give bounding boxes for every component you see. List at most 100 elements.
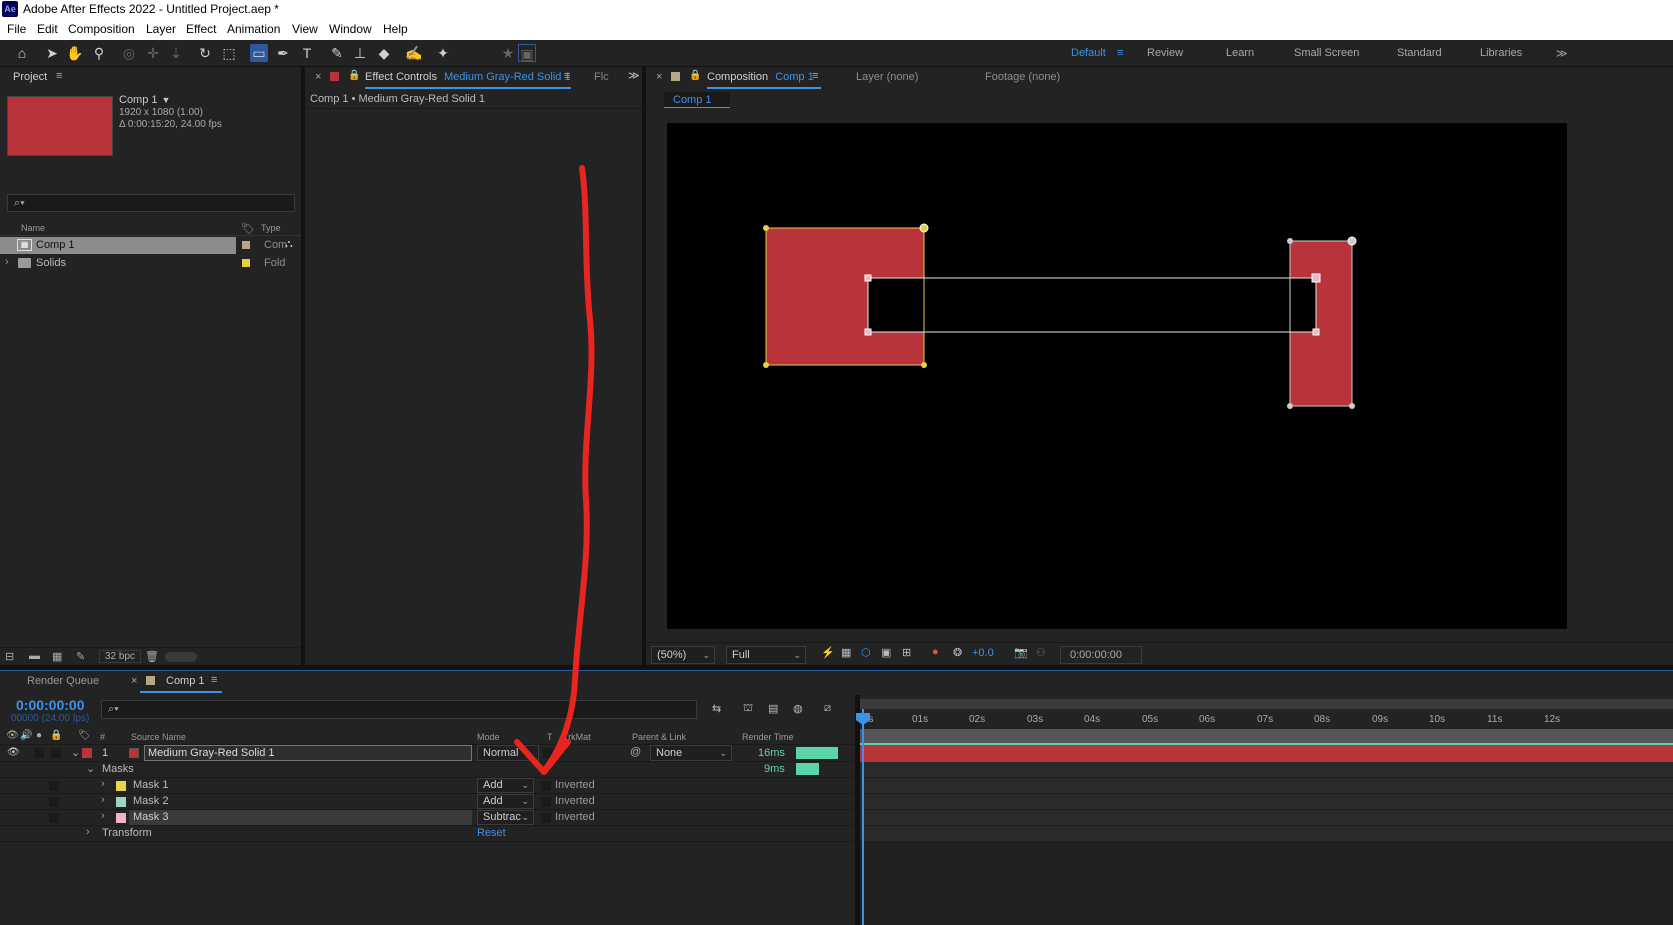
col-source-name[interactable]: Source Name <box>131 732 186 742</box>
close-icon[interactable]: × <box>656 71 662 83</box>
type-tool-icon[interactable]: T <box>298 44 316 62</box>
label-color-swatch[interactable] <box>242 259 250 267</box>
col-trkmat[interactable]: TrkMat <box>563 732 591 742</box>
menu-window[interactable]: Window <box>329 22 372 36</box>
panel-menu-icon[interactable]: ≡ <box>56 70 62 82</box>
inverted-checkbox[interactable] <box>541 797 551 807</box>
workspace-default[interactable]: Default <box>1071 47 1106 59</box>
transform-group-row[interactable]: › Transform Reset <box>0 826 858 842</box>
thumbnail-scroll-slider[interactable] <box>165 652 197 662</box>
close-icon[interactable]: × <box>315 71 321 83</box>
composition-tab[interactable]: Composition Comp 1 <box>707 71 814 83</box>
parent-dropdown[interactable]: None ⌄ <box>650 745 732 761</box>
workspace-overflow-icon[interactable]: ≫ <box>1556 47 1568 60</box>
workspace-review[interactable]: Review <box>1147 47 1183 59</box>
expand-arrow-icon[interactable]: › <box>101 810 105 822</box>
current-time-display[interactable]: 0:00:00:00 <box>16 697 85 713</box>
mask-row[interactable]: › Mask 1 Add ⌄ Inverted <box>0 778 858 794</box>
puppet-pin-tool-icon[interactable]: ✦ <box>434 44 452 62</box>
comp-subtab[interactable]: Comp 1 <box>664 92 730 108</box>
comp-flowchart-icon[interactable]: ⇆ <box>712 702 721 715</box>
eraser-tool-icon[interactable]: ◆ <box>375 44 393 62</box>
render-queue-tab[interactable]: Render Queue <box>27 675 99 687</box>
magnification-dropdown[interactable]: (50%) ⌄ <box>651 646 715 664</box>
resolution-dropdown[interactable]: Full ⌄ <box>726 646 806 664</box>
chevron-down-icon[interactable]: ⌄ <box>86 762 95 775</box>
layer-tab[interactable]: Layer (none) <box>856 71 918 83</box>
workspace-learn[interactable]: Learn <box>1226 47 1254 59</box>
dolly-camera-icon[interactable]: ⇣ <box>167 44 185 62</box>
col-render-time[interactable]: Render Time <box>742 732 794 742</box>
label-color-swatch[interactable] <box>82 748 92 758</box>
clone-stamp-tool-icon[interactable]: ⊥ <box>351 44 369 62</box>
grid-guides-icon[interactable]: ⊞ <box>902 646 911 659</box>
bpc-button[interactable]: 32 bpc <box>99 650 142 663</box>
inverted-checkbox[interactable] <box>541 813 551 823</box>
graph-editor-icon[interactable]: ⧄ <box>824 702 831 715</box>
menu-composition[interactable]: Composition <box>68 22 135 36</box>
pick-whip-icon[interactable]: @ <box>630 746 641 758</box>
transparency-grid-icon[interactable]: ▦ <box>841 646 851 659</box>
selection-tool-icon[interactable]: ➤ <box>43 44 61 62</box>
layer-name-field[interactable]: Medium Gray-Red Solid 1 <box>144 745 472 761</box>
home-icon[interactable]: ⌂ <box>13 44 31 62</box>
workspace-standard[interactable]: Standard <box>1397 47 1442 59</box>
expand-arrow-icon[interactable]: › <box>86 826 90 838</box>
lock-icon[interactable]: 🔒 <box>50 730 62 741</box>
flowchart-icon[interactable]: ⛬ <box>285 238 293 251</box>
menu-help[interactable]: Help <box>383 22 408 36</box>
pen-tool-icon[interactable]: ✒ <box>274 44 292 62</box>
channel-icon[interactable]: ● <box>932 646 939 658</box>
mask-mode-dropdown[interactable]: Add ⌄ <box>477 794 534 809</box>
panel-menu-icon[interactable]: ≡ <box>812 70 818 82</box>
expand-arrow-icon[interactable]: › <box>101 778 105 790</box>
composition-viewer[interactable] <box>667 123 1567 629</box>
mask-color-swatch[interactable] <box>116 813 126 823</box>
new-folder-icon[interactable]: ▬ <box>29 650 40 662</box>
overflow-icon[interactable]: ≫ <box>628 69 640 82</box>
project-item-comp-1[interactable]: ▦ Comp 1 Com ⛬ <box>0 237 301 254</box>
menu-view[interactable]: View <box>292 22 318 36</box>
work-area-bar[interactable] <box>860 699 1673 709</box>
rotation-tool-icon[interactable]: ↻ <box>196 44 214 62</box>
panel-menu-icon[interactable]: ≡ <box>564 70 570 82</box>
snapping-toggle-icon[interactable]: ▣ <box>518 44 536 62</box>
roto-brush-tool-icon[interactable]: ✍ <box>405 44 423 62</box>
comp-1-timeline-tab[interactable]: Comp 1 <box>166 675 205 687</box>
mask-mode-dropdown[interactable]: Subtract ⌄ <box>477 810 534 825</box>
reset-link[interactable]: Reset <box>477 827 506 839</box>
hand-tool-icon[interactable]: ✋ <box>66 44 84 62</box>
mask-row[interactable]: › Mask 3 Subtract ⌄ Inverted <box>0 810 858 826</box>
menu-edit[interactable]: Edit <box>37 22 58 36</box>
col-t[interactable]: T <box>547 732 553 742</box>
mask-name[interactable]: Mask 3 <box>133 811 168 823</box>
label-tag-icon[interactable]: 🏷 <box>241 222 255 235</box>
lock-icon[interactable]: 🔒 <box>348 70 360 81</box>
col-mode[interactable]: Mode <box>477 732 500 742</box>
motion-blur-icon[interactable]: ◍ <box>793 702 803 715</box>
current-time-field[interactable]: 0:00:00:00 <box>1060 646 1142 664</box>
snapshot-camera-icon[interactable]: 📷 <box>1014 646 1028 659</box>
workspace-menu-icon[interactable]: ≡ <box>1117 47 1123 59</box>
pan-camera-icon[interactable]: ✛ <box>144 44 162 62</box>
color-management-icon[interactable]: ❂ <box>953 646 962 659</box>
eye-icon[interactable]: 👁 <box>7 747 20 758</box>
label-tag-icon[interactable]: 🏷 <box>78 730 91 741</box>
close-icon[interactable]: × <box>131 675 137 687</box>
time-ruler[interactable]: 0s 01s 02s 03s 04s 05s 06s 07s 08s 09s 1… <box>860 709 1673 729</box>
flowchart-tab[interactable]: Flc <box>594 71 609 83</box>
region-of-interest-icon[interactable]: ▣ <box>881 646 891 659</box>
menu-effect[interactable]: Effect <box>186 22 216 36</box>
adjust-icon[interactable]: ✎ <box>76 650 85 663</box>
mask-color-swatch[interactable] <box>116 781 126 791</box>
chevron-down-icon[interactable]: ⌄ <box>71 746 80 759</box>
project-search-input[interactable]: ⌕▾ <box>7 194 295 212</box>
menu-animation[interactable]: Animation <box>227 22 280 36</box>
pan-behind-tool-icon[interactable]: ⬚ <box>220 44 238 62</box>
shy-layers-icon[interactable]: ⛫ <box>743 702 753 716</box>
zoom-tool-icon[interactable]: ⚲ <box>90 44 108 62</box>
expand-arrow-icon[interactable]: › <box>101 794 105 806</box>
label-color-swatch[interactable] <box>242 241 250 249</box>
footage-tab[interactable]: Footage (none) <box>985 71 1060 83</box>
new-comp-icon[interactable]: ▦ <box>52 650 62 663</box>
